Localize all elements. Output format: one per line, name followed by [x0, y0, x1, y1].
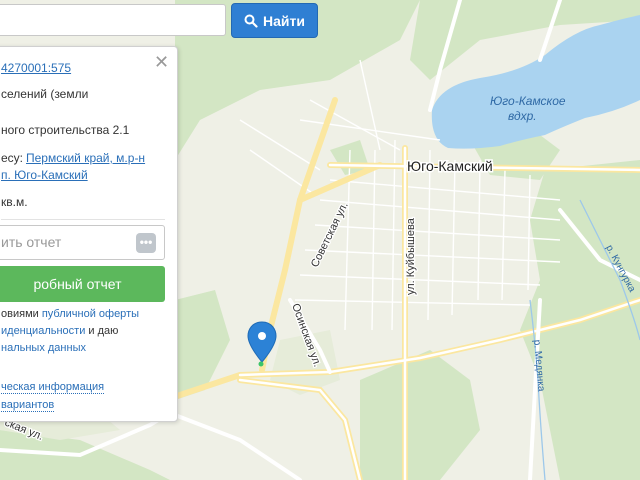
consent-line-2: иденциальности и даю — [1, 325, 119, 337]
search-button-label: Найти — [263, 12, 305, 29]
area-text: кв.м. — [1, 195, 28, 209]
tech-info-link[interactable]: ческая информация — [1, 381, 105, 394]
magnifier-icon — [244, 14, 258, 28]
privacy-link[interactable]: иденциальности — [1, 325, 85, 337]
search-input[interactable] — [0, 4, 226, 36]
divider — [1, 219, 165, 220]
street-label-kuybysheva: ул. Куйбышева — [405, 217, 417, 295]
info-panel: ✕ 4270001:575 селений (земли ного строит… — [0, 46, 178, 422]
address-link-line-1[interactable]: Пермский край, м.р-н — [26, 151, 145, 165]
email-placeholder: ить отчет — [1, 234, 62, 250]
public-offer-link[interactable]: публичной оферты — [42, 308, 139, 320]
address-link-line-2[interactable]: п. Юго-Камский — [1, 168, 88, 182]
email-field[interactable]: ить отчет ••• — [0, 225, 165, 260]
address-label: есу: — [1, 151, 24, 165]
permitted-use-text: ного строительства 2.1 — [1, 123, 130, 137]
reservoir-label-2: вдхр. — [508, 109, 537, 123]
reservoir-label-1: Юго-Камское — [490, 94, 566, 108]
search-button[interactable]: Найти — [231, 3, 318, 38]
close-icon[interactable]: ✕ — [154, 53, 169, 71]
consent-line-1: овиями публичной оферты — [1, 308, 140, 320]
order-report-button[interactable]: робный отчет — [0, 266, 165, 302]
land-category-text: селений (земли — [1, 87, 89, 101]
personal-data-link[interactable]: нальных данных — [1, 342, 86, 354]
variants-link[interactable]: вариантов — [1, 399, 55, 412]
cadastral-number-link[interactable]: 4270001:575 — [1, 61, 71, 75]
dots-icon[interactable]: ••• — [136, 233, 156, 253]
settlement-label: Юго-Камский — [407, 158, 493, 174]
